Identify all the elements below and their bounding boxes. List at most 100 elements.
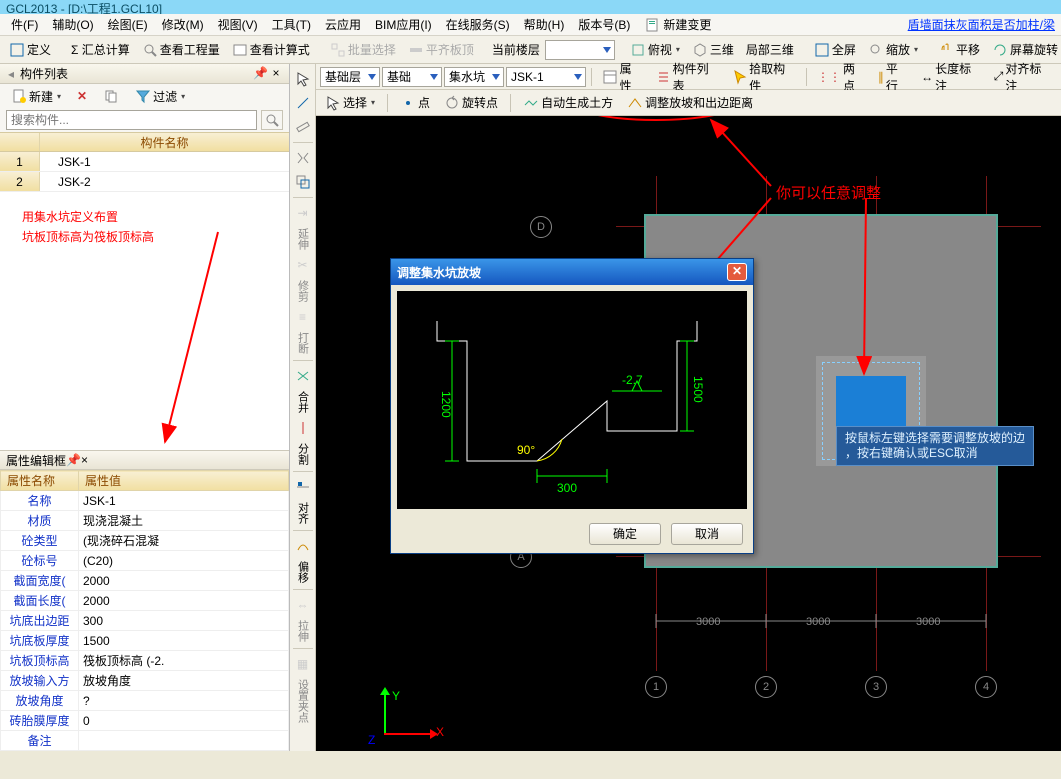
tool-cursor[interactable] [292, 68, 314, 90]
menu-tools[interactable]: 工具(T) [265, 13, 318, 36]
delete-button[interactable]: ✕ [72, 86, 92, 106]
flat-slab-label: 平齐板顶 [426, 41, 474, 58]
table-row[interactable]: 材质现浇混凝土 [1, 511, 289, 531]
tool-measure[interactable] [292, 116, 314, 138]
member-name-cell: JSK-1 [40, 152, 289, 171]
table-row[interactable]: 名称JSK-1 [1, 491, 289, 511]
table-row[interactable]: 砼类型(现浇碎石混凝 [1, 531, 289, 551]
menu-view[interactable]: 视图(V) [211, 13, 265, 36]
prop-value[interactable]: ? [79, 691, 289, 711]
prop-value[interactable]: 放坡角度 [79, 671, 289, 691]
prop-value[interactable] [79, 731, 289, 751]
rotate-point-button[interactable]: 旋转点 [439, 91, 503, 114]
table-row[interactable]: 坑底板厚度1500 [1, 631, 289, 651]
type-combo[interactable]: 集水坑 [444, 67, 504, 87]
tool-line[interactable] [292, 92, 314, 114]
copy-button[interactable] [98, 85, 124, 107]
prop-value[interactable]: JSK-1 [79, 491, 289, 511]
select-button[interactable]: 选择▾ [320, 91, 380, 114]
define-button[interactable]: 定义 [4, 38, 56, 61]
table-row[interactable]: 1 JSK-1 [0, 152, 289, 172]
menu-bim[interactable]: BIM应用(I) [368, 13, 439, 36]
menu-online[interactable]: 在线服务(S) [439, 13, 517, 36]
table-row[interactable]: 备注 [1, 731, 289, 751]
point-button[interactable]: 点 [395, 91, 435, 114]
menu-assist[interactable]: 辅助(O) [45, 13, 100, 36]
close-icon[interactable]: × [269, 67, 283, 81]
view-qty-label: 查看工程量 [160, 41, 220, 58]
tool-mirror[interactable] [292, 147, 314, 169]
member-grid-header: 构件名称 [0, 132, 289, 152]
filter-button[interactable]: 过滤▾ [130, 85, 190, 108]
current-floor-combo[interactable] [545, 40, 615, 60]
menu-cloud[interactable]: 云应用 [318, 13, 368, 36]
floor-combo[interactable]: 基础层 [320, 67, 380, 87]
table-row[interactable]: 砖胎膜厚度0 [1, 711, 289, 731]
define-label: 定义 [27, 41, 51, 58]
top-view-label: 俯视 [648, 41, 672, 58]
dialog-titlebar[interactable]: 调整集水坑放坡 ✕ [391, 259, 753, 285]
pin-icon[interactable]: 📌 [253, 67, 267, 81]
dialog-close-button[interactable]: ✕ [727, 263, 747, 281]
view-qty-button[interactable]: 查看工程量 [137, 38, 225, 61]
prop-value[interactable]: (现浇碎石混凝 [79, 531, 289, 551]
category-combo[interactable]: 基础 [382, 67, 442, 87]
tool-grip[interactable]: ▦ [292, 653, 314, 675]
offset2-icon [295, 538, 311, 554]
close-icon[interactable]: × [81, 453, 88, 467]
prop-value[interactable]: 2000 [79, 571, 289, 591]
table-row[interactable]: 放坡输入方放坡角度 [1, 671, 289, 691]
dialog-title: 调整集水坑放坡 [397, 264, 481, 281]
merge-icon [295, 368, 311, 384]
cancel-button[interactable]: 取消 [671, 523, 743, 545]
tool-stretch[interactable]: ⇔ [292, 594, 314, 616]
tool-align[interactable] [292, 476, 314, 498]
prop-value[interactable]: 筏板顶标高 (-2. [79, 651, 289, 671]
search-button[interactable] [261, 110, 283, 130]
table-row[interactable]: 放坡角度? [1, 691, 289, 711]
table-row[interactable]: 2 JSK-2 [0, 172, 289, 192]
tool-offset[interactable] [292, 171, 314, 193]
tool-offset2[interactable] [292, 535, 314, 557]
tool-extend[interactable]: ⇥ [292, 202, 314, 224]
menu-draw[interactable]: 绘图(E) [101, 13, 155, 36]
expand-icon[interactable]: ◂ [6, 67, 16, 81]
table-row[interactable]: 截面宽度(2000 [1, 571, 289, 591]
adjust-slope-button[interactable]: 调整放坡和出边距离 [622, 91, 758, 114]
search-input[interactable] [6, 110, 257, 130]
tool-split[interactable] [292, 417, 314, 439]
prop-value[interactable]: 现浇混凝土 [79, 511, 289, 531]
new-member-button[interactable]: 新建▾ [6, 85, 66, 108]
flat-slab-button[interactable]: 平齐板顶 [403, 38, 479, 61]
sum-calc-button[interactable]: Σ 汇总计算 [66, 38, 135, 61]
prop-value[interactable]: 2000 [79, 591, 289, 611]
ok-button[interactable]: 确定 [589, 523, 661, 545]
dialog-canvas[interactable]: 1200 1500 300 -2.7 90° [397, 291, 747, 509]
table-row[interactable]: 坑底出边距300 [1, 611, 289, 631]
table-row[interactable]: 截面长度(2000 [1, 591, 289, 611]
prop-value[interactable]: 1500 [79, 631, 289, 651]
tool-trim[interactable]: ✂ [292, 254, 314, 276]
member-sub-toolbar: 新建▾ ✕ 过滤▾ [0, 84, 289, 108]
menu-file[interactable]: 件(F) [4, 13, 45, 36]
tool-break[interactable]: ≡ [292, 306, 314, 328]
prop-value[interactable]: (C20) [79, 551, 289, 571]
tool-merge[interactable] [292, 365, 314, 387]
auto-earth-button[interactable]: 自动生成土方 [518, 91, 618, 114]
table-row[interactable]: 砼标号(C20) [1, 551, 289, 571]
rotate-point-label: 旋转点 [462, 94, 498, 111]
help-link[interactable]: 盾墙面抹灰面积是否加柱/梁 [908, 16, 1055, 33]
member-combo[interactable]: JSK-1 [506, 67, 586, 87]
new-change-button[interactable]: 新建变更 [637, 13, 718, 36]
menu-version[interactable]: 版本号(B) [571, 13, 637, 36]
prop-value[interactable]: 300 [79, 611, 289, 631]
batch-select-button[interactable]: 批量选择 [325, 38, 401, 61]
pin-icon[interactable]: 📌 [66, 453, 81, 467]
batch-select-label: 批量选择 [348, 41, 396, 58]
prop-value[interactable]: 0 [79, 711, 289, 731]
view-formula-button[interactable]: 查看计算式 [227, 38, 315, 61]
menu-modify[interactable]: 修改(M) [155, 13, 211, 36]
separator [806, 68, 807, 86]
table-row[interactable]: 坑板顶标高筏板顶标高 (-2. [1, 651, 289, 671]
menu-help[interactable]: 帮助(H) [517, 13, 572, 36]
